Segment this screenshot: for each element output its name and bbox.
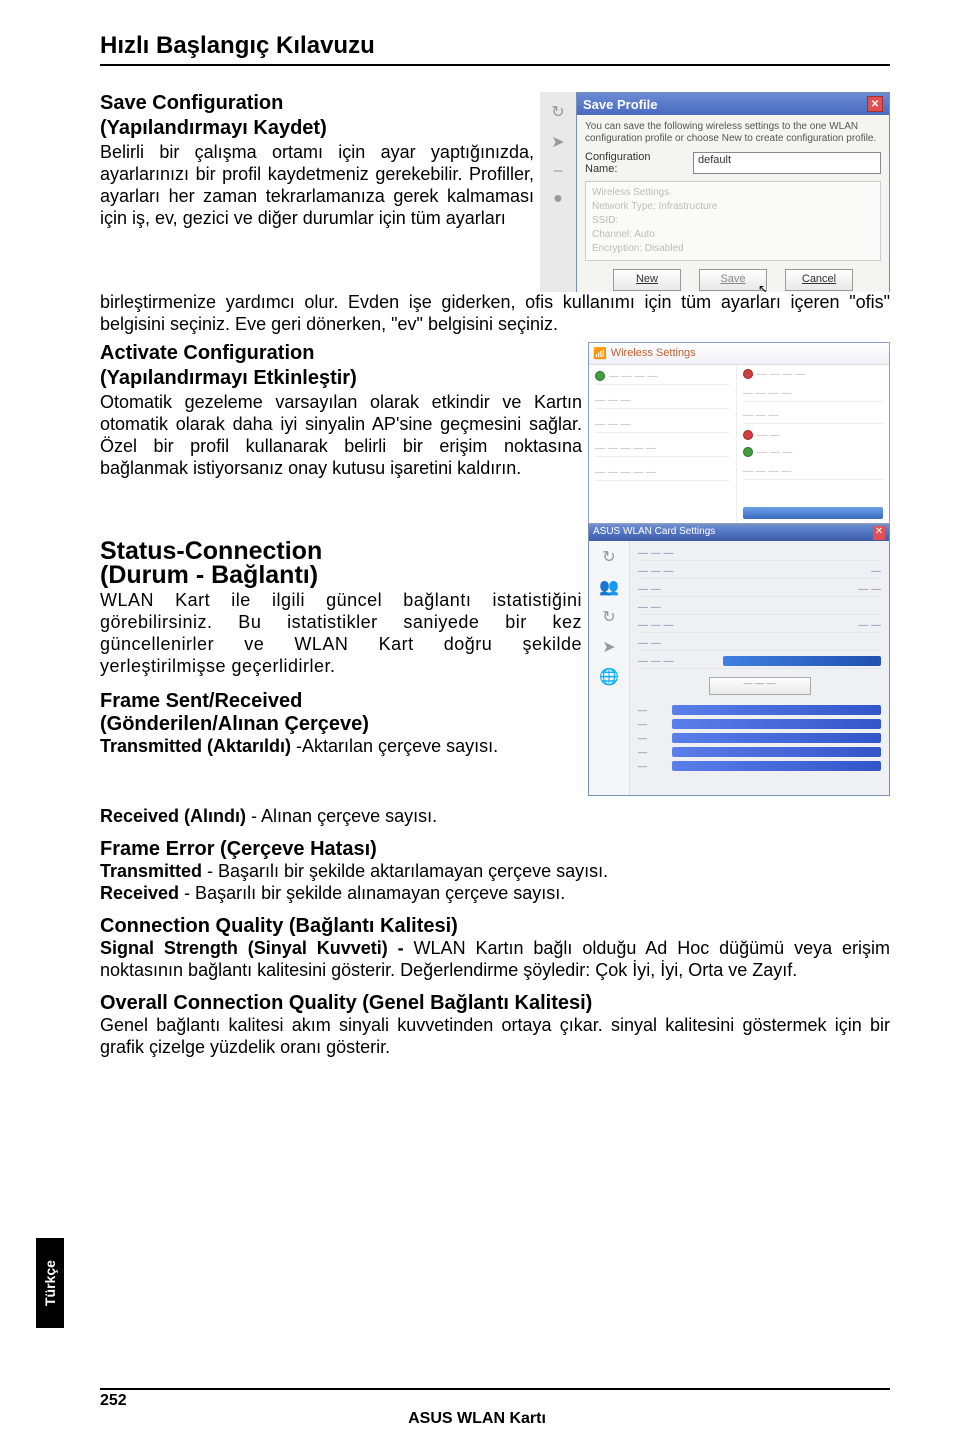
connection-quality-para: Signal Strength (Sinyal Kuvveti) - WLAN …: [100, 938, 890, 982]
frame-error-line1: Transmitted - Başarılı bir şekilde aktar…: [100, 861, 890, 883]
radio-red-icon: [743, 369, 753, 379]
transmitted-label: Transmitted (Aktarıldı): [100, 736, 291, 756]
figure-sidebar: ↻ ➤ – ●: [540, 92, 576, 292]
overall-quality-heading: Overall Connection Quality (Genel Bağlan…: [100, 992, 890, 1015]
blue-bar-icon: [743, 507, 883, 519]
radio-red-icon: [743, 430, 753, 440]
received-label: Received: [100, 883, 179, 903]
level-bar: [672, 733, 881, 743]
dialog-title: Save Profile: [583, 97, 657, 112]
status-figure-title: ASUS WLAN Card Settings ✕: [589, 525, 889, 541]
overall-quality-para: Genel bağlantı kalitesi akım sinyali kuv…: [100, 1015, 890, 1059]
people-icon: 👥: [599, 577, 619, 597]
config-name-label: Configuration Name:: [585, 151, 685, 175]
figure-button[interactable]: — — —: [709, 677, 811, 695]
wireless-settings-box: Wireless Settings Network Type: Infrastr…: [585, 181, 881, 261]
save-profile-dialog: Save Profile ✕ You can save the followin…: [576, 92, 890, 292]
page-title: Hızlı Başlangıç Kılavuzu: [100, 32, 890, 60]
arrow-icon: ➤: [602, 637, 615, 657]
arrow-icon: ➤: [551, 132, 564, 152]
close-icon[interactable]: ✕: [867, 96, 883, 112]
signal-strength-label: Signal Strength (Sinyal Kuvveti) -: [100, 938, 404, 958]
dialog-description: You can save the following wireless sett…: [585, 121, 881, 145]
refresh-icon: ↻: [602, 547, 615, 567]
settings-channel: Channel: Auto: [592, 228, 874, 242]
divider: [100, 64, 890, 66]
settings-ssid: SSID:: [592, 214, 874, 228]
status-figure: ASUS WLAN Card Settings ✕ ↻ 👥 ↻ ➤ 🌐 — — …: [588, 524, 890, 796]
radio-green-icon: [743, 447, 753, 457]
dialog-titlebar: Save Profile ✕: [577, 93, 889, 115]
save-button[interactable]: Save↖: [699, 269, 767, 291]
globe-icon: ●: [553, 190, 563, 208]
wifi-icon: 📶: [593, 347, 607, 360]
activate-figure-title: 📶 Wireless Settings: [593, 347, 696, 360]
language-tab: Türkçe: [36, 1238, 64, 1328]
save-config-para-full: birleştirmenize yardımcı olur. Evden işe…: [100, 292, 890, 336]
refresh-icon: ↻: [602, 607, 615, 627]
footer-title: ASUS WLAN Kartı: [0, 1410, 954, 1428]
cancel-button[interactable]: Cancel: [785, 269, 853, 291]
received-label: Received (Alındı): [100, 806, 246, 826]
level-bar: [672, 719, 881, 729]
refresh-icon: ↻: [551, 102, 564, 122]
connection-quality-heading: Connection Quality (Bağlantı Kalitesi): [100, 915, 890, 938]
radio-on-icon: [595, 371, 605, 381]
signal-bar: [723, 656, 881, 666]
minus-icon: –: [554, 162, 563, 180]
globe-icon: 🌐: [599, 667, 619, 687]
close-icon[interactable]: ✕: [873, 526, 885, 540]
settings-head: Wireless Settings: [592, 186, 874, 200]
frame-sr-line2: Received (Alındı) - Alınan çerçeve sayıs…: [100, 806, 890, 828]
settings-encryption: Encryption: Disabled: [592, 242, 874, 256]
settings-network-type: Network Type: Infrastructure: [592, 200, 874, 214]
transmitted-label: Transmitted: [100, 861, 202, 881]
new-button[interactable]: New: [613, 269, 681, 291]
cursor-icon: ↖: [758, 280, 768, 292]
save-profile-figure: ↻ ➤ – ● Save Profile ✕ You can save the …: [540, 92, 890, 292]
level-bar: [672, 761, 881, 771]
frame-error-heading: Frame Error (Çerçeve Hatası): [100, 838, 890, 861]
page-number: 252: [100, 1392, 127, 1410]
level-bar: [672, 705, 881, 715]
frame-error-line2: Received - Başarılı bir şekilde alınamay…: [100, 883, 890, 905]
config-name-input[interactable]: default: [693, 152, 881, 174]
level-bar: [672, 747, 881, 757]
activate-figure: 📶 Wireless Settings — — — — — — — — — — …: [588, 342, 890, 524]
footer-divider: [100, 1388, 890, 1390]
